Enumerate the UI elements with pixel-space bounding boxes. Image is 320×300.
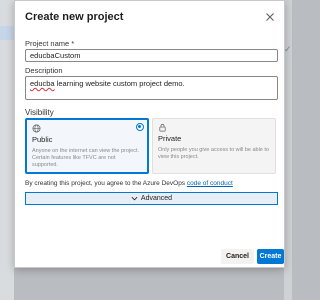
create-button[interactable]: Create xyxy=(257,249,284,264)
background-right-panel: ✓ xyxy=(284,0,292,300)
create-project-dialog: Create new project Project name * educba… xyxy=(14,0,285,268)
globe-icon xyxy=(32,124,41,133)
description-value: learning website custom project demo. xyxy=(54,79,185,88)
visibility-public-radio[interactable] xyxy=(136,123,144,131)
visibility-private-name: Private xyxy=(158,134,182,143)
project-name-value: educbaCustom xyxy=(30,51,81,60)
chevron-down-icon xyxy=(131,196,138,201)
visibility-public-description: Anyone on the internet can view the proj… xyxy=(32,148,140,168)
agreement-text: By creating this project, you agree to t… xyxy=(25,180,233,187)
project-name-input[interactable]: educbaCustom xyxy=(25,49,278,62)
visibility-public-option[interactable]: Public Anyone on the internet can view t… xyxy=(25,118,149,174)
dialog-title: Create new project xyxy=(25,11,124,23)
visibility-private-option[interactable]: Private Only people you give access to w… xyxy=(152,118,276,174)
visibility-private-description: Only people you give access to will be a… xyxy=(158,147,269,160)
description-spellcheck-word: educba xyxy=(30,79,55,88)
project-name-label: Project name * xyxy=(25,39,75,48)
lock-icon xyxy=(159,124,166,132)
advanced-label: Advanced xyxy=(140,195,173,202)
checkmark-icon: ✓ xyxy=(284,44,292,54)
description-input[interactable]: educba learning website custom project d… xyxy=(25,76,278,100)
background-selected-item xyxy=(0,26,14,40)
background-sidebar xyxy=(0,0,14,300)
cancel-button[interactable]: Cancel xyxy=(221,249,254,264)
description-label: Description xyxy=(25,66,63,75)
advanced-toggle-button[interactable]: Advanced xyxy=(25,192,278,205)
agreement-sentence: By creating this project, you agree to t… xyxy=(25,180,187,187)
code-of-conduct-link[interactable]: code of conduct xyxy=(187,180,233,187)
visibility-public-name: Public xyxy=(32,135,53,144)
close-icon[interactable] xyxy=(265,12,275,22)
visibility-label: Visibility xyxy=(25,108,54,117)
